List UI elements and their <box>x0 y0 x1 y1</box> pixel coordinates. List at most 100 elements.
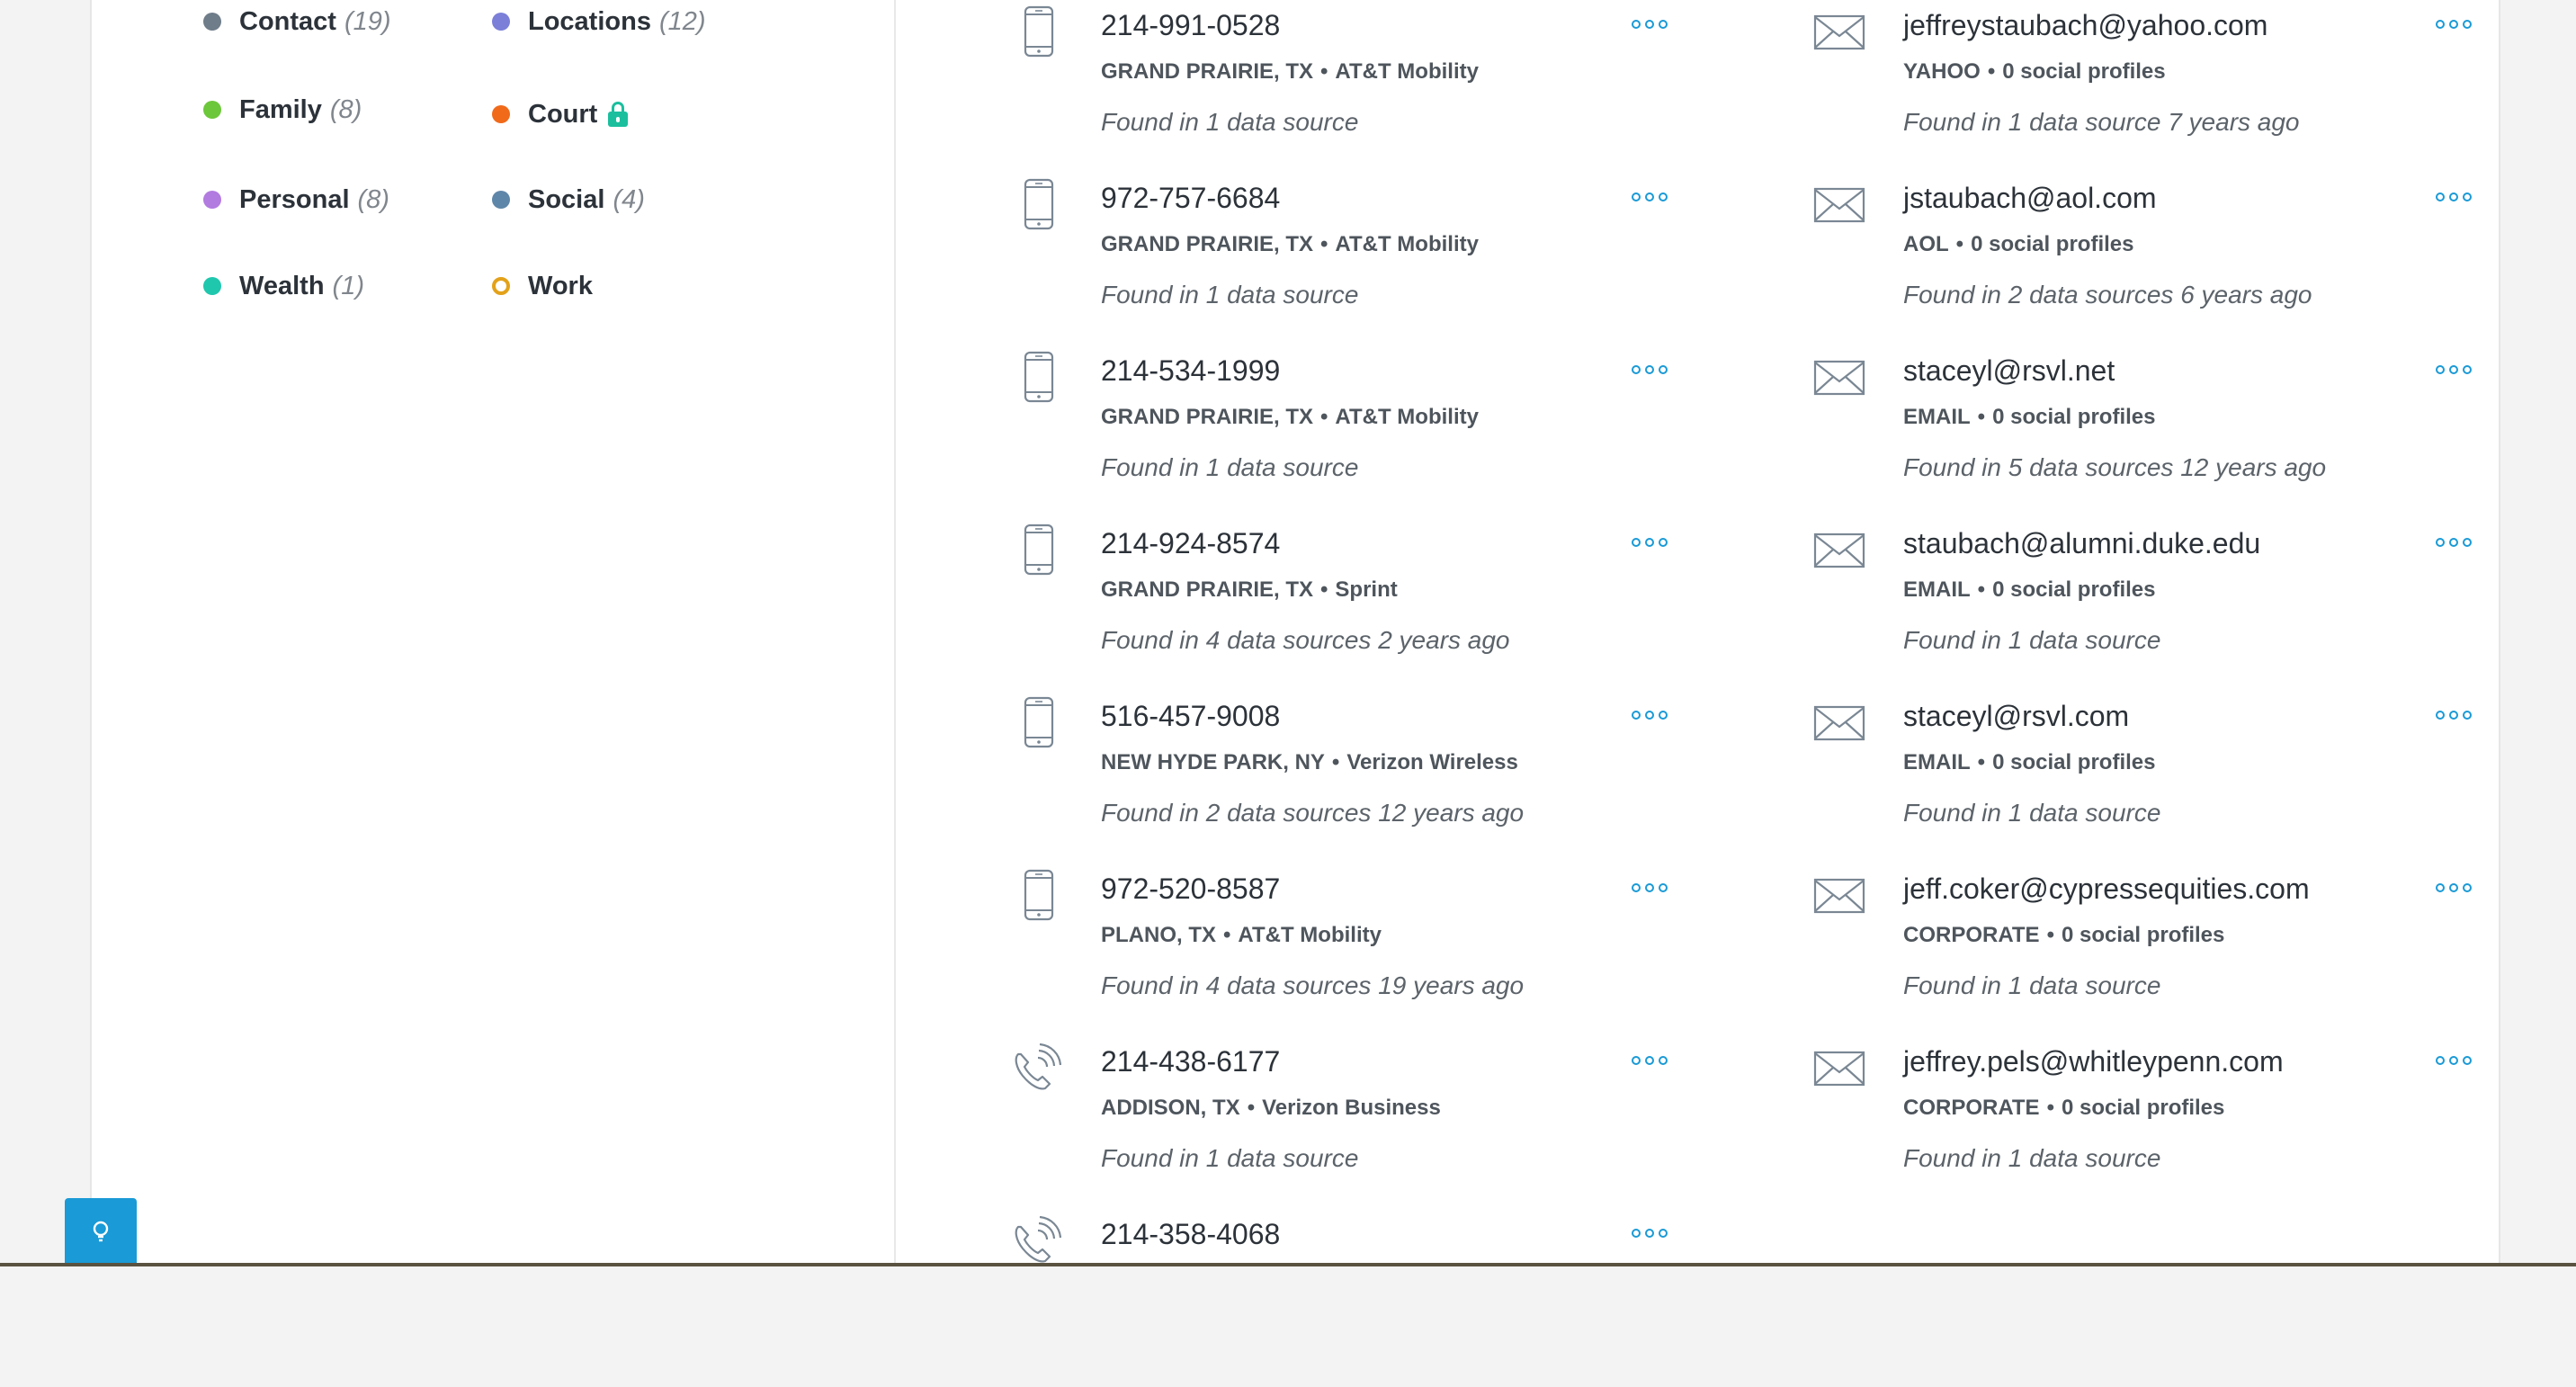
mail-icon <box>1813 705 1865 746</box>
email-address[interactable]: staceyl@rsvl.net <box>1903 354 2115 388</box>
email-address[interactable]: jeffrey.pels@whitleypenn.com <box>1903 1045 2284 1078</box>
email-type: EMAIL <box>1903 750 1971 774</box>
email-entry: jstaubach@aol.com AOL • 0 social profiles Fo… <box>92 178 2472 351</box>
phone-location: PLANO, TX <box>1101 923 1217 947</box>
email-address[interactable]: staceyl@rsvl.com <box>1903 700 2129 733</box>
phone-carrier: AT&T Mobility <box>1335 405 1479 429</box>
separator-dot: • <box>1955 232 1964 256</box>
phone-number[interactable]: 972-757-6684 <box>1101 182 1280 215</box>
phone-meta: NEW HYDE PARK, NY • Verizon Wireless <box>1101 750 1518 775</box>
phone-carrier: AT&T Mobility <box>1238 923 1382 947</box>
more-options-button[interactable] <box>1632 363 1668 376</box>
email-found: Found in 1 data source <box>1903 1144 2161 1172</box>
tips-button[interactable] <box>65 1198 137 1266</box>
email-meta: YAHOO • 0 social profiles <box>1903 59 2166 85</box>
email-address[interactable]: jeff.coker@cypressequities.com <box>1903 872 2310 906</box>
phone-meta: ADDISON, TX • Verizon Business <box>1101 1096 1441 1121</box>
email-entry: staceyl@rsvl.net EMAIL • 0 social profiles F… <box>92 351 2472 523</box>
more-options-button[interactable] <box>1632 709 1668 721</box>
separator-dot: • <box>1320 577 1328 602</box>
more-options-button[interactable] <box>1632 881 1668 894</box>
email-meta: CORPORATE • 0 social profiles <box>1903 923 2224 948</box>
phone-location: GRAND PRAIRIE, TX <box>1101 577 1314 602</box>
mail-icon <box>1813 187 1865 228</box>
email-found: Found in 1 data source <box>1903 626 2161 654</box>
more-options-button[interactable] <box>1632 536 1668 549</box>
email-meta: EMAIL • 0 social profiles <box>1903 750 2155 775</box>
email-profiles: 0 social profiles <box>1971 232 2134 256</box>
mail-icon <box>1813 1051 1865 1091</box>
more-options-button[interactable] <box>2436 18 2472 31</box>
phone-carrier: Verizon Wireless <box>1346 750 1518 774</box>
more-options-button[interactable] <box>1632 18 1668 31</box>
email-type: EMAIL <box>1903 405 1971 429</box>
email-address[interactable]: jeffreystaubach@yahoo.com <box>1903 9 2267 42</box>
mail-icon <box>1813 14 1865 55</box>
phone-number[interactable]: 516-457-9008 <box>1101 700 1280 733</box>
separator-dot: • <box>1320 405 1328 429</box>
more-options-button[interactable] <box>2436 1054 2472 1067</box>
phone-number[interactable]: 214-991-0528 <box>1101 9 1280 42</box>
phone-carrier: AT&T Mobility <box>1335 59 1479 84</box>
more-options-button[interactable] <box>2436 709 2472 721</box>
email-address[interactable]: staubach@alumni.duke.edu <box>1903 527 2260 560</box>
more-options-button[interactable] <box>1632 191 1668 203</box>
mail-icon <box>1813 878 1865 918</box>
lightbulb-icon <box>93 1221 109 1242</box>
mobile-phone-icon <box>1024 178 1054 235</box>
phone-location: GRAND PRAIRIE, TX <box>1101 405 1314 429</box>
email-profiles: 0 social profiles <box>2061 1096 2225 1120</box>
phone-location: GRAND PRAIRIE, TX <box>1101 59 1314 84</box>
phone-carrier: Verizon Business <box>1262 1096 1441 1120</box>
phone-number[interactable]: 214-438-6177 <box>1101 1045 1280 1078</box>
email-entry: staceyl@rsvl.com EMAIL • 0 social profiles F… <box>92 696 2472 869</box>
email-type: AOL <box>1903 232 1949 256</box>
separator-dot: • <box>1977 405 1986 429</box>
separator-dot: • <box>1977 750 1986 774</box>
email-profiles: 0 social profiles <box>1992 750 2156 774</box>
phone-location: NEW HYDE PARK, NY <box>1101 750 1325 774</box>
email-found: Found in 1 data source 7 years ago <box>1903 108 2300 136</box>
phone-number[interactable]: 214-924-8574 <box>1101 527 1280 560</box>
email-profiles: 0 social profiles <box>2061 923 2225 947</box>
email-address[interactable]: jstaubach@aol.com <box>1903 182 2157 215</box>
email-meta: AOL • 0 social profiles <box>1903 232 2133 257</box>
phone-found: Found in 1 data source <box>1101 108 1359 136</box>
more-options-button[interactable] <box>1632 1227 1668 1239</box>
email-type: YAHOO <box>1903 59 1981 84</box>
email-entry: staubach@alumni.duke.edu EMAIL • 0 social p… <box>92 523 2472 696</box>
email-entry: jeff.coker@cypressequities.com CORPORATE •… <box>92 869 2472 1042</box>
more-options-button[interactable] <box>2436 363 2472 376</box>
email-entry: jeffreystaubach@yahoo.com YAHOO • 0 social … <box>92 5 2472 178</box>
phone-number[interactable]: 972-520-8587 <box>1101 872 1280 906</box>
mobile-phone-icon <box>1024 5 1054 62</box>
more-options-button[interactable] <box>2436 881 2472 894</box>
separator-dot: • <box>1320 232 1328 256</box>
email-found: Found in 1 data source <box>1903 799 2161 827</box>
phone-meta: GRAND PRAIRIE, TX • Sprint <box>1101 577 1398 603</box>
separator-dot: • <box>2046 923 2054 947</box>
bottom-edge <box>0 1263 2576 1266</box>
email-found: Found in 5 data sources 12 years ago <box>1903 453 2327 481</box>
more-options-button[interactable] <box>1632 1054 1668 1067</box>
phone-found: Found in 4 data sources 19 years ago <box>1101 971 1525 999</box>
separator-dot: • <box>1223 923 1231 947</box>
email-meta: CORPORATE • 0 social profiles <box>1903 1096 2224 1121</box>
email-type: CORPORATE <box>1903 1096 2040 1120</box>
separator-dot: • <box>2046 1096 2054 1120</box>
more-options-button[interactable] <box>2436 536 2472 549</box>
phone-number[interactable]: 214-358-4068 <box>1101 1218 1280 1251</box>
email-meta: EMAIL • 0 social profiles <box>1903 577 2155 603</box>
separator-dot: • <box>1987 59 1996 84</box>
more-options-button[interactable] <box>2436 191 2472 203</box>
phone-number[interactable]: 214-534-1999 <box>1101 354 1280 388</box>
email-found: Found in 1 data source <box>1903 971 2161 999</box>
email-profiles: 0 social profiles <box>1992 405 2156 429</box>
mobile-phone-icon <box>1024 869 1054 926</box>
phone-found: Found in 2 data sources 12 years ago <box>1101 799 1525 827</box>
mobile-phone-icon <box>1024 523 1054 580</box>
landline-phone-icon <box>1009 1042 1062 1100</box>
phone-found: Found in 1 data source <box>1101 453 1359 481</box>
phone-found: Found in 1 data source <box>1101 281 1359 309</box>
phone-meta: GRAND PRAIRIE, TX • AT&T Mobility <box>1101 405 1479 430</box>
